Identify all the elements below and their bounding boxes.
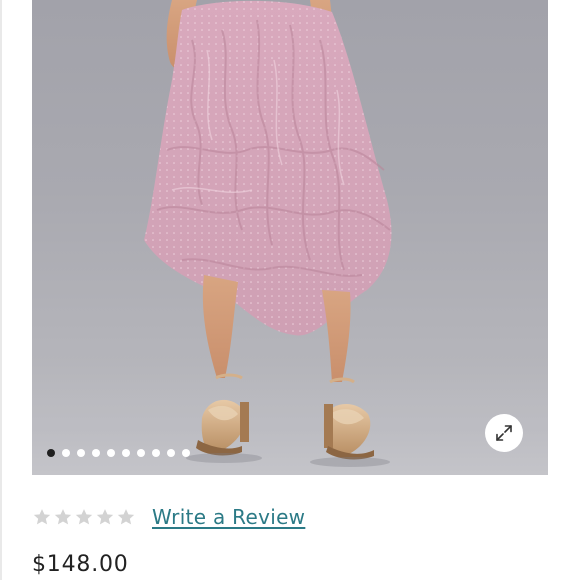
- product-image[interactable]: [32, 0, 548, 475]
- gallery-dot[interactable]: [107, 449, 115, 457]
- star-icon: [54, 509, 72, 525]
- star-icon: [33, 509, 51, 525]
- expand-image-button[interactable]: [485, 414, 523, 452]
- gallery-dot[interactable]: [77, 449, 85, 457]
- product-price: $148.00: [32, 552, 129, 577]
- gallery-dot[interactable]: [152, 449, 160, 457]
- gallery-dot[interactable]: [122, 449, 130, 457]
- gallery-dot[interactable]: [62, 449, 70, 457]
- star-icon: [117, 509, 135, 525]
- page-edge-divider: [0, 0, 2, 580]
- rating-row: Write a Review: [32, 502, 305, 532]
- star-icon: [96, 509, 114, 525]
- product-image-gallery[interactable]: [32, 0, 548, 475]
- product-page: Write a Review $148.00: [0, 0, 580, 580]
- gallery-dot[interactable]: [47, 449, 55, 457]
- gallery-dot[interactable]: [92, 449, 100, 457]
- gallery-dot[interactable]: [137, 449, 145, 457]
- gallery-dot[interactable]: [167, 449, 175, 457]
- write-review-link[interactable]: Write a Review: [152, 505, 305, 529]
- expand-icon: [496, 425, 512, 441]
- gallery-dot[interactable]: [182, 449, 190, 457]
- star-icon: [75, 509, 93, 525]
- star-rating: [32, 507, 136, 527]
- gallery-pagination-dots: [47, 449, 190, 457]
